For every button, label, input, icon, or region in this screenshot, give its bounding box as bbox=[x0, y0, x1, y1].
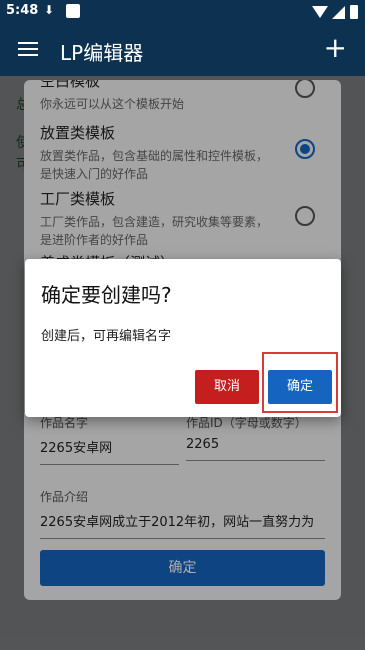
menu-icon[interactable] bbox=[18, 42, 38, 56]
app-title: LP编辑器 bbox=[60, 41, 144, 65]
battery-icon bbox=[350, 5, 358, 19]
dialog-title: 确定要创建吗? bbox=[41, 283, 172, 307]
notification-icon bbox=[66, 4, 80, 18]
app-bar: LP编辑器 + bbox=[0, 24, 365, 76]
add-icon[interactable]: + bbox=[324, 34, 347, 62]
dialog-message: 创建后，可再编辑名字 bbox=[41, 329, 172, 344]
download-icon: ⬇ bbox=[44, 3, 55, 17]
status-bar: 5:48 ⬇ bbox=[0, 0, 365, 24]
signal-icon bbox=[332, 6, 345, 19]
wifi-icon bbox=[312, 6, 328, 18]
status-time: 5:48 bbox=[6, 3, 39, 18]
cancel-button[interactable]: 取消 bbox=[195, 370, 259, 404]
ok-button-highlight bbox=[262, 352, 338, 413]
